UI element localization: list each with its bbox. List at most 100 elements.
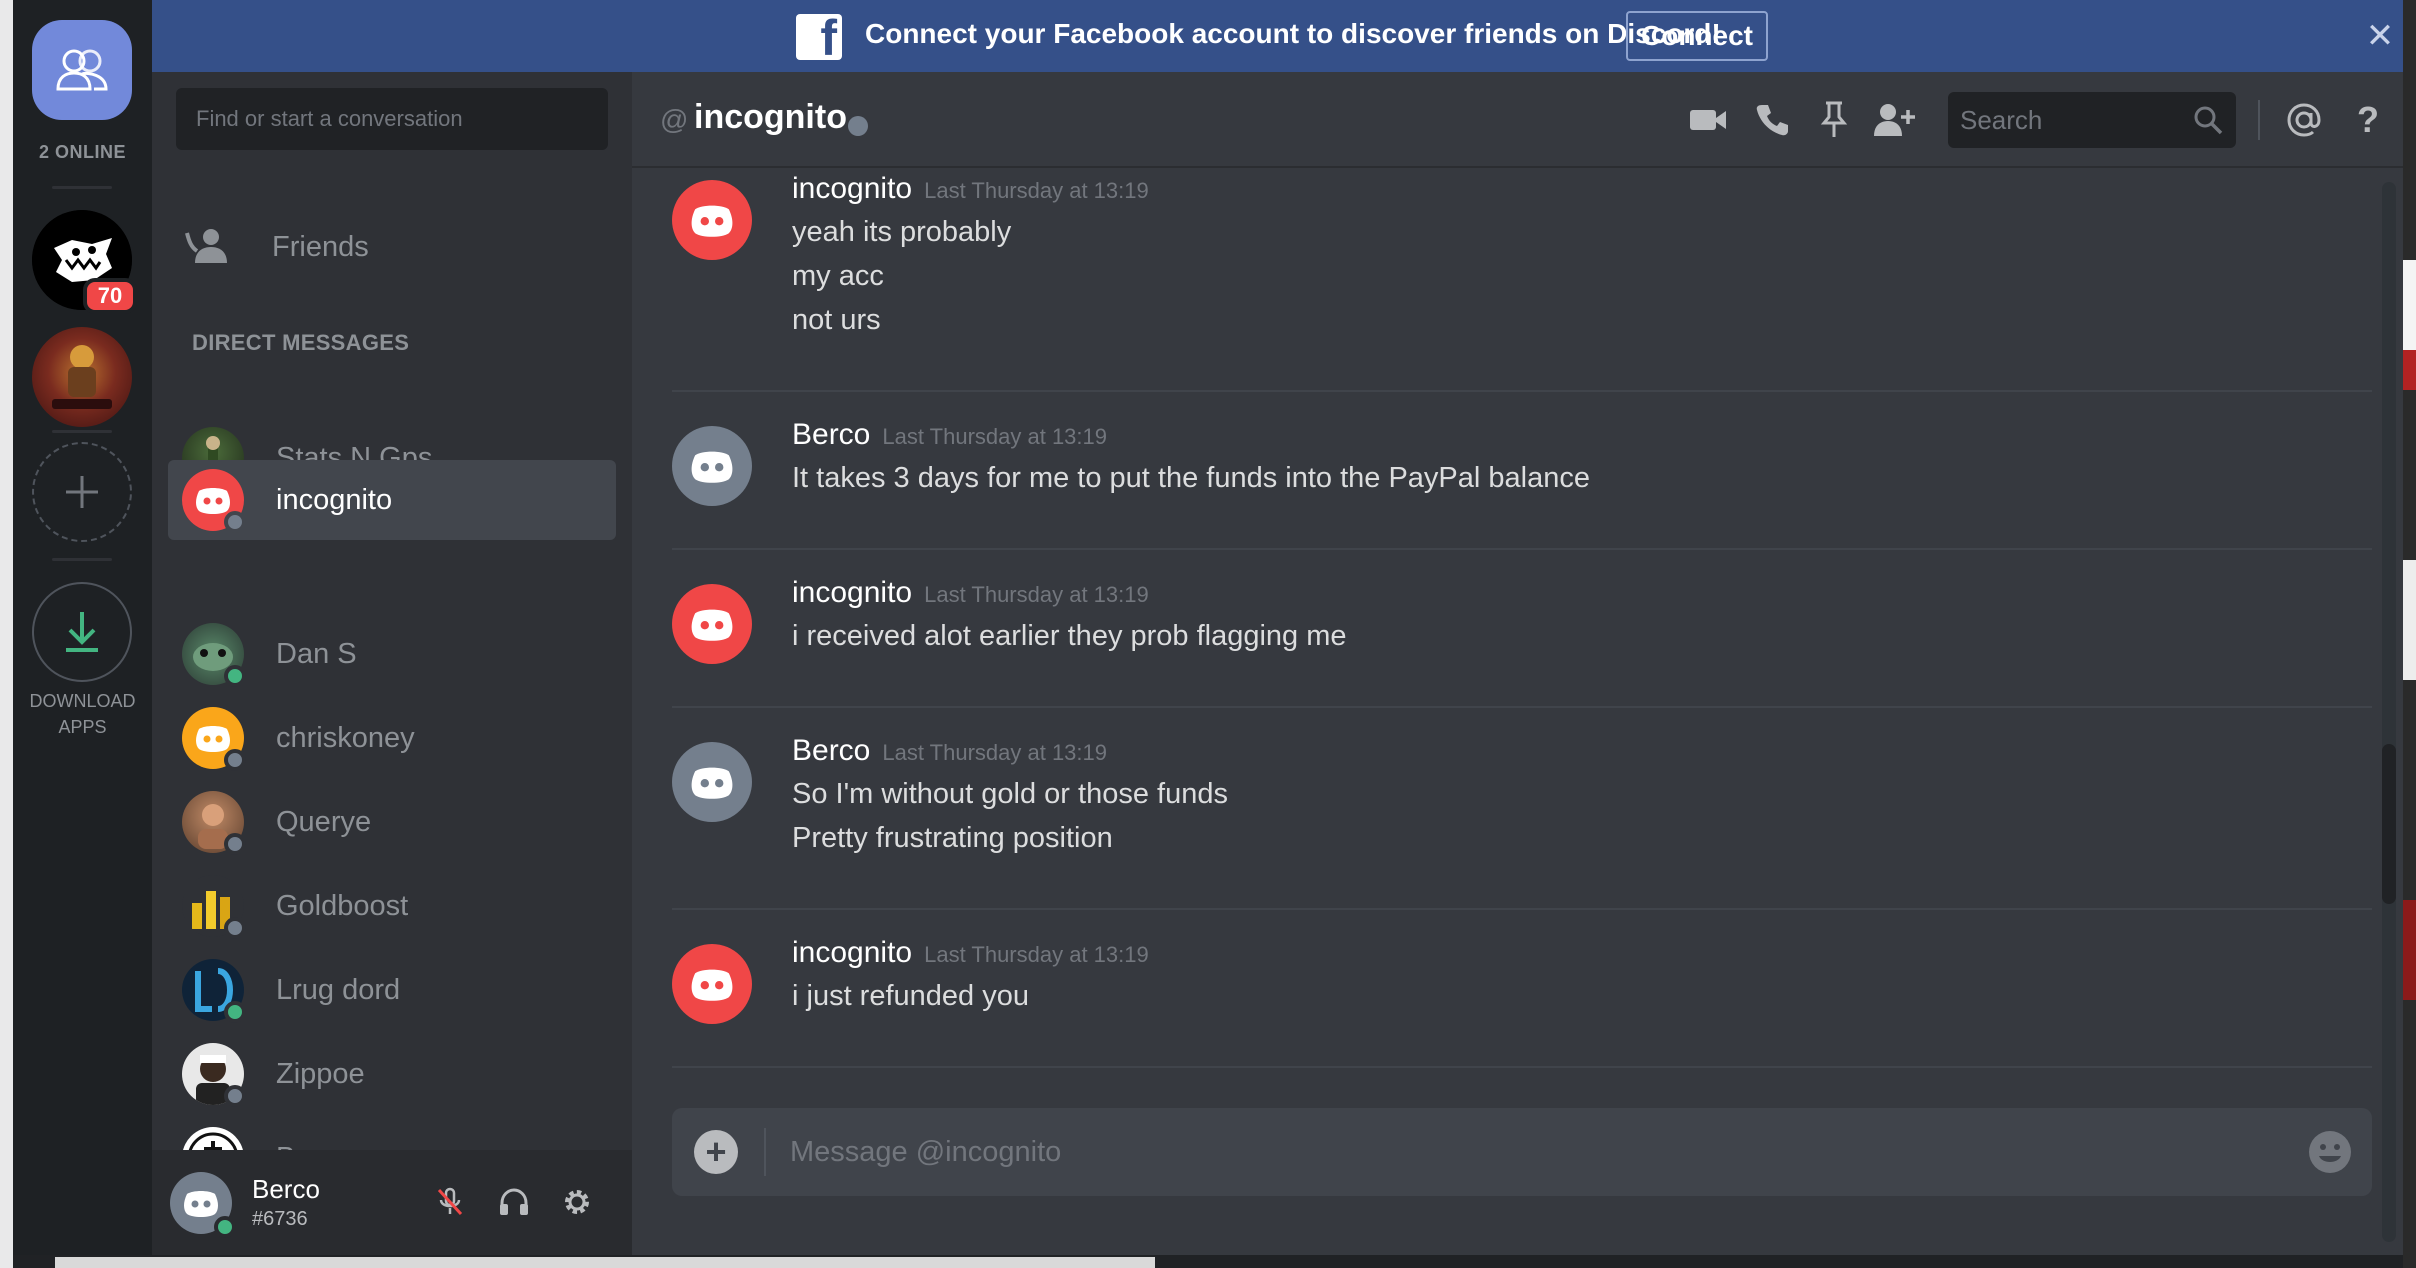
message-author[interactable]: incognito Last Thursday at 13:19 — [792, 172, 1149, 206]
dm-name: Zippoe — [276, 1057, 365, 1090]
message-timestamp: Last Thursday at 13:19 — [882, 740, 1108, 765]
rail-separator — [52, 186, 112, 189]
discord-default-avatar-icon — [196, 726, 230, 752]
message-divider — [672, 706, 2372, 708]
message-timestamp: Last Thursday at 13:19 — [924, 582, 1149, 607]
avatar — [182, 1043, 246, 1107]
close-banner-icon[interactable]: ✕ — [2362, 18, 2398, 54]
status-online-indicator — [224, 1001, 246, 1023]
message-author[interactable]: incognito Last Thursday at 13:19 — [792, 576, 1149, 610]
background-page-edge-bottom — [13, 1255, 2403, 1268]
avatar[interactable] — [672, 426, 752, 506]
discord-default-avatar-icon — [691, 767, 733, 799]
status-offline-indicator — [224, 917, 246, 939]
dm-name: Querye — [276, 805, 372, 838]
message-text: Pretty frustrating position — [792, 822, 1113, 854]
search-placeholder: Search — [1960, 105, 2043, 135]
message-divider — [672, 548, 2372, 550]
emoji-picker-icon[interactable] — [2306, 1128, 2354, 1176]
status-online-indicator — [224, 665, 246, 687]
upload-plus-icon[interactable]: + — [694, 1130, 738, 1174]
pinned-messages-icon[interactable] — [1812, 98, 1856, 142]
message-divider — [672, 390, 2372, 392]
avatar — [182, 623, 246, 687]
mute-microphone-icon[interactable] — [430, 1182, 470, 1222]
video-call-icon[interactable] — [1686, 98, 1730, 142]
message-author[interactable]: Berco Last Thursday at 13:19 — [792, 418, 1107, 452]
friends-label: Friends — [272, 230, 369, 263]
avatar — [182, 959, 246, 1023]
friends-icon — [56, 49, 108, 91]
avatar — [182, 791, 246, 855]
current-discriminator: #6736 — [252, 1208, 308, 1230]
avatar — [182, 875, 246, 939]
current-username: Berco — [252, 1174, 320, 1204]
message-timestamp: Last Thursday at 13:19 — [924, 178, 1149, 203]
mentions-icon[interactable] — [2282, 98, 2326, 142]
message-divider — [672, 908, 2372, 910]
dm-item-lrug-dord[interactable]: Lrug dord — [168, 950, 616, 1030]
dm-name: Dan S — [276, 637, 357, 670]
banner-text: Connect your Facebook account to discove… — [865, 18, 1721, 49]
chat-header: @ incognito Search ? — [632, 72, 2403, 168]
discord-default-avatar-icon — [691, 205, 733, 237]
header-search-input[interactable]: Search — [1948, 92, 2236, 148]
direct-messages-header: DIRECT MESSAGES — [192, 330, 410, 355]
message-list: incognito Last Thursday at 13:19 yeah its… — [672, 172, 2372, 1068]
dm-item-querye[interactable]: Querye — [168, 782, 616, 862]
dm-name: Lrug dord — [276, 973, 401, 1006]
online-count: 2 ONLINE — [38, 142, 126, 162]
message-text: not urs — [792, 304, 881, 336]
dm-item-goldboost[interactable]: Goldboost — [168, 866, 616, 946]
discord-default-avatar-icon — [691, 609, 733, 641]
avatar[interactable] — [672, 584, 752, 664]
avatar — [182, 469, 246, 533]
discord-default-avatar-icon — [691, 451, 733, 483]
avatar[interactable] — [672, 742, 752, 822]
settings-gear-icon[interactable] — [557, 1182, 597, 1222]
friends-wave-icon — [178, 216, 240, 278]
download-apps-label: DOWNLOAD APPS — [29, 691, 136, 737]
avatar[interactable] — [672, 944, 752, 1024]
dm-item-zippoe[interactable]: Zippoe — [168, 1034, 616, 1114]
dm-sidebar: Find or start a conversation Friends DIR… — [152, 72, 632, 1255]
dm-item-dan-s[interactable]: Dan S — [168, 614, 616, 694]
add-server-button[interactable] — [32, 442, 132, 542]
message-scrollbar-track[interactable] — [2382, 182, 2396, 1242]
find-conversation-input[interactable]: Find or start a conversation — [176, 88, 608, 150]
status-offline-indicator — [224, 749, 246, 771]
message-author[interactable]: incognito Last Thursday at 13:19 — [792, 936, 1149, 970]
dm-item-incognito[interactable]: incognito — [168, 460, 616, 540]
channel-title: incognito — [694, 98, 847, 136]
message-scrollbar-thumb[interactable] — [2382, 744, 2396, 904]
avatar[interactable] — [672, 180, 752, 260]
discord-default-avatar-icon — [184, 1191, 218, 1217]
message-text: So I'm without gold or those funds — [792, 778, 1228, 810]
rail-separator — [52, 558, 112, 561]
message-input[interactable] — [790, 1108, 2230, 1196]
status-online-indicator — [214, 1216, 236, 1238]
message-text: yeah its probably — [792, 216, 1012, 248]
help-icon[interactable]: ? — [2346, 98, 2390, 142]
at-symbol: @ — [660, 104, 689, 135]
discord-default-avatar-icon — [691, 969, 733, 1001]
dm-item-chriskoney[interactable]: chriskoney — [168, 698, 616, 778]
add-friend-to-dm-icon[interactable] — [1872, 98, 1916, 142]
background-page-edge-right — [2403, 0, 2416, 1268]
download-apps-button[interactable] — [32, 582, 132, 682]
plus-icon — [66, 476, 98, 508]
user-panel: Berco #6736 — [152, 1150, 632, 1255]
friends-nav-item[interactable]: Friends — [168, 212, 616, 282]
friends-home-button[interactable] — [32, 20, 132, 120]
message-timestamp: Last Thursday at 13:19 — [882, 424, 1108, 449]
server-rail: 2 ONLINE 70 DOWNLOAD APPS — [13, 0, 152, 1255]
facebook-icon: f — [796, 14, 842, 60]
voice-call-icon[interactable] — [1750, 98, 1794, 142]
message-author[interactable]: Berco Last Thursday at 13:19 — [792, 734, 1107, 768]
connect-facebook-button[interactable]: Connect — [1626, 11, 1768, 61]
status-offline-indicator — [224, 833, 246, 855]
server-icon-2[interactable] — [32, 327, 132, 427]
message-text: my acc — [792, 260, 884, 292]
background-page-edge-left — [0, 0, 13, 1268]
headphones-icon[interactable] — [494, 1182, 534, 1222]
